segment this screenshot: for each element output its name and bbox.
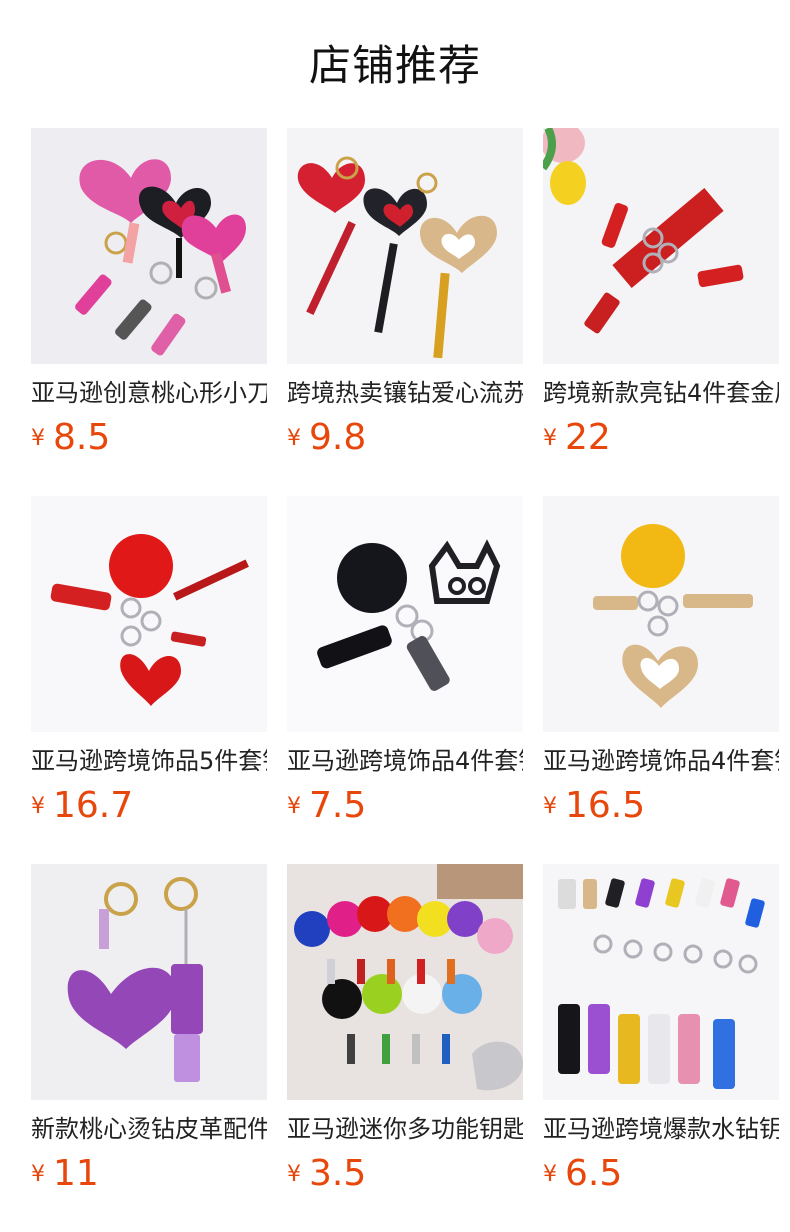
product-card[interactable]: 新款桃心烫钻皮革配件钥匙扣 ¥11 xyxy=(31,864,267,1204)
price-value: 9.8 xyxy=(309,417,367,458)
product-image[interactable] xyxy=(31,128,267,364)
price-value: 6.5 xyxy=(565,1153,623,1194)
currency-symbol: ¥ xyxy=(543,426,557,451)
product-card[interactable]: 亚马逊跨境爆款水钻钥匙扣 ¥6.5 xyxy=(543,864,779,1204)
product-card[interactable]: 亚马逊跨境饰品5件套钥匙扣 ¥16.7 xyxy=(31,496,267,836)
product-card[interactable]: 亚马逊创意桃心形小刀钥匙扣 ¥8.5 xyxy=(31,128,267,468)
price-value: 16.7 xyxy=(53,785,134,826)
currency-symbol: ¥ xyxy=(287,794,301,819)
product-card[interactable]: 跨境热卖镶钻爱心流苏钥匙扣 ¥9.8 xyxy=(287,128,523,468)
product-name[interactable]: 亚马逊跨境饰品4件套钥匙扣 xyxy=(543,744,779,778)
currency-symbol: ¥ xyxy=(543,1162,557,1187)
product-image[interactable] xyxy=(543,128,779,364)
currency-symbol: ¥ xyxy=(31,426,45,451)
product-price: ¥16.5 xyxy=(543,784,645,828)
product-card[interactable]: 亚马逊迷你多功能钥匙扣 ¥3.5 xyxy=(287,864,523,1204)
price-value: 7.5 xyxy=(309,785,367,826)
product-name[interactable]: 亚马逊跨境爆款水钻钥匙扣 xyxy=(543,1112,779,1146)
product-name[interactable]: 亚马逊迷你多功能钥匙扣 xyxy=(287,1112,523,1146)
price-value: 3.5 xyxy=(309,1153,367,1194)
product-image[interactable] xyxy=(287,864,523,1100)
product-name[interactable]: 跨境热卖镶钻爱心流苏钥匙扣 xyxy=(287,376,523,410)
product-image[interactable] xyxy=(543,496,779,732)
product-price: ¥22 xyxy=(543,416,611,460)
product-name[interactable]: 亚马逊创意桃心形小刀钥匙扣 xyxy=(31,376,267,410)
product-card[interactable]: 跨境新款亮钻4件套金属钥匙扣 ¥22 xyxy=(543,128,779,468)
product-price: ¥9.8 xyxy=(287,416,366,460)
product-name[interactable]: 跨境新款亮钻4件套金属钥匙扣 xyxy=(543,376,779,410)
currency-symbol: ¥ xyxy=(31,1162,45,1187)
product-price: ¥3.5 xyxy=(287,1152,366,1196)
product-price: ¥6.5 xyxy=(543,1152,622,1196)
product-price: ¥8.5 xyxy=(31,416,110,460)
product-image[interactable] xyxy=(31,864,267,1100)
currency-symbol: ¥ xyxy=(287,426,301,451)
product-price: ¥11 xyxy=(31,1152,99,1196)
price-value: 16.5 xyxy=(565,785,646,826)
product-image[interactable] xyxy=(543,864,779,1100)
product-name[interactable]: 亚马逊跨境饰品5件套钥匙扣 xyxy=(31,744,267,778)
product-card[interactable]: 亚马逊跨境饰品4件套钥匙扣 ¥16.5 xyxy=(543,496,779,836)
product-image[interactable] xyxy=(287,496,523,732)
price-value: 11 xyxy=(53,1153,99,1194)
product-price: ¥16.7 xyxy=(31,784,133,828)
product-name[interactable]: 亚马逊跨境饰品4件套钥匙扣 xyxy=(287,744,523,778)
currency-symbol: ¥ xyxy=(543,794,557,819)
product-image[interactable] xyxy=(31,496,267,732)
price-value: 22 xyxy=(565,417,611,458)
product-name[interactable]: 新款桃心烫钻皮革配件钥匙扣 xyxy=(31,1112,267,1146)
product-price: ¥7.5 xyxy=(287,784,366,828)
product-image[interactable] xyxy=(287,128,523,364)
currency-symbol: ¥ xyxy=(287,1162,301,1187)
price-value: 8.5 xyxy=(53,417,111,458)
section-title: 店铺推荐 xyxy=(308,41,481,90)
currency-symbol: ¥ xyxy=(31,794,45,819)
product-card[interactable]: 亚马逊跨境饰品4件套钥匙扣 ¥7.5 xyxy=(287,496,523,836)
